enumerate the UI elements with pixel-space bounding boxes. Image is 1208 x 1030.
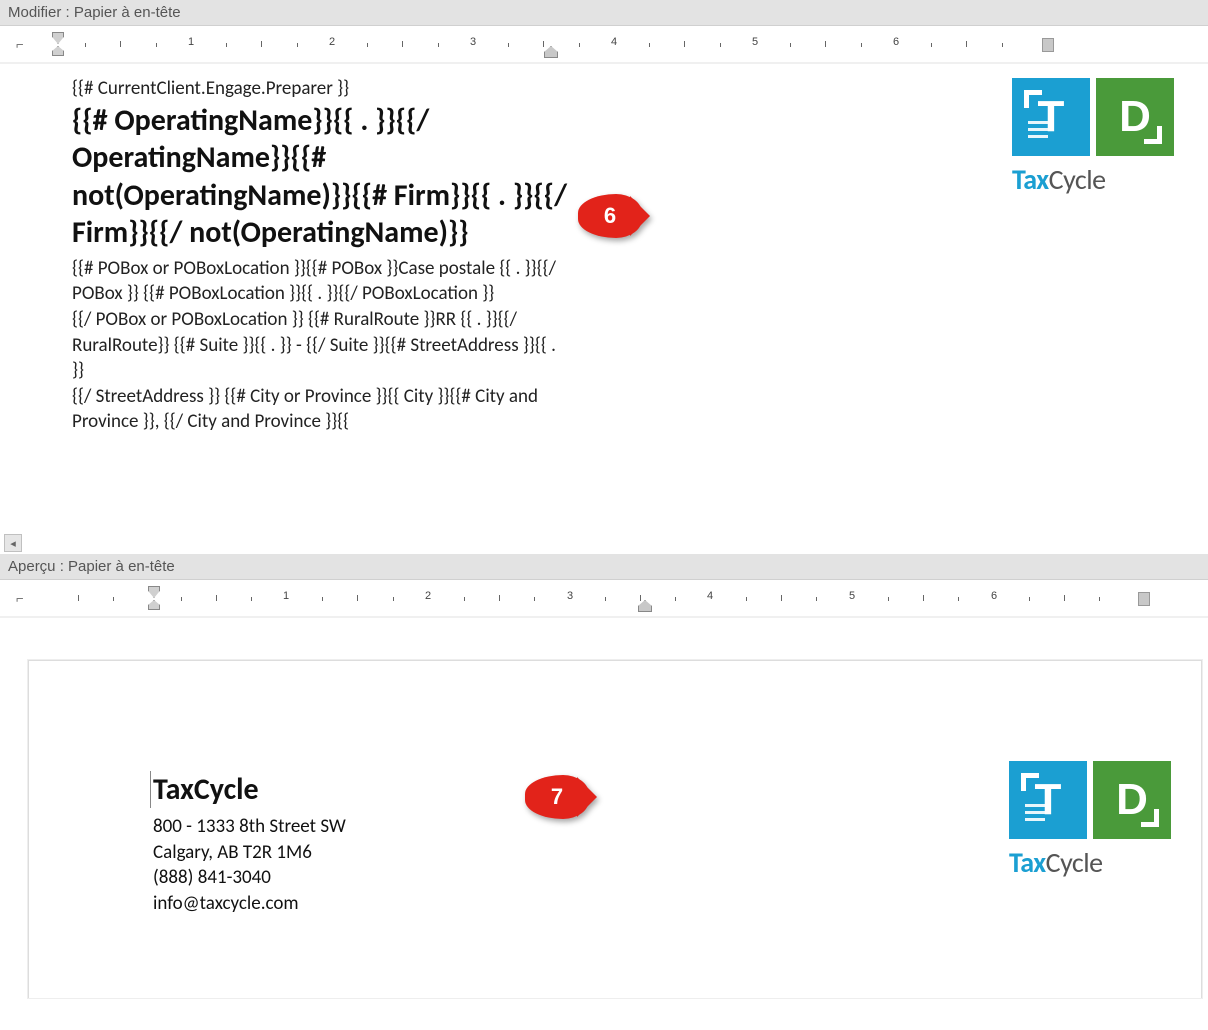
preview-email: info@taxcycle.com xyxy=(153,891,346,917)
hanging-indent-marker[interactable] xyxy=(148,600,160,610)
template-editor-area[interactable]: {{# CurrentClient.Engage.Preparer }} {{#… xyxy=(0,64,1208,554)
ruler-number: 1 xyxy=(188,36,194,48)
template-body-code[interactable]: {{/ StreetAddress }} {{# City or Provinc… xyxy=(72,384,572,435)
tab-stop-marker[interactable] xyxy=(638,600,652,612)
template-body-code[interactable]: {{# POBox or POBoxLocation }}{{# POBox }… xyxy=(72,256,572,307)
preview-page: TaxCycle 800 - 1333 8th Street SW Calgar… xyxy=(28,660,1202,998)
ruler-left-bracket: ⌐ xyxy=(16,37,24,52)
logo-image: T D TaxCycle xyxy=(1009,761,1171,880)
annotation-callout-6: 6 xyxy=(578,194,642,238)
right-margin-marker[interactable] xyxy=(1138,592,1150,606)
ruler-number: 6 xyxy=(893,36,899,48)
ruler-number: 5 xyxy=(752,36,758,48)
logo-tile-t-icon: T xyxy=(1012,78,1090,156)
editor-ruler[interactable]: ⌐ 1 2 3 4 5 6 xyxy=(0,26,1208,64)
template-heading-code[interactable]: {{# OperatingName}}{{ . }}{{/ OperatingN… xyxy=(72,102,592,252)
ruler-number: 2 xyxy=(329,36,335,48)
logo-tile-d-icon: D xyxy=(1096,78,1174,156)
ruler-left-bracket: ⌐ xyxy=(16,591,24,606)
logo-brand-text: TaxCycle xyxy=(1012,162,1174,197)
logo-tile-t-icon: T xyxy=(1009,761,1087,839)
preview-panel-title: Aperçu : Papier à en-tête xyxy=(0,554,1208,580)
right-margin-marker[interactable] xyxy=(1042,38,1054,52)
logo-image: T D TaxCycle xyxy=(1012,78,1174,197)
ruler-number: 6 xyxy=(991,590,997,602)
annotation-callout-7: 7 xyxy=(525,775,589,819)
chevron-left-icon: ◂ xyxy=(10,537,16,550)
preview-area: TaxCycle 800 - 1333 8th Street SW Calgar… xyxy=(0,618,1208,998)
tab-stop-marker[interactable] xyxy=(544,46,558,58)
preview-address: 800 - 1333 8th Street SW xyxy=(153,814,346,840)
ruler-number: 3 xyxy=(567,590,573,602)
ruler-number: 4 xyxy=(611,36,617,48)
preview-company-name: TaxCycle xyxy=(150,771,346,808)
logo-brand-text: TaxCycle xyxy=(1009,845,1171,880)
preview-city: Calgary, AB T2R 1M6 xyxy=(153,840,346,866)
ruler-number: 1 xyxy=(283,590,289,602)
ruler-number: 5 xyxy=(849,590,855,602)
first-line-indent-marker[interactable] xyxy=(148,586,160,598)
letterhead-preview-text: TaxCycle 800 - 1333 8th Street SW Calgar… xyxy=(153,771,346,917)
logo-tile-d-icon: D xyxy=(1093,761,1171,839)
hanging-indent-marker[interactable] xyxy=(52,46,64,56)
editor-panel-title: Modifier : Papier à en-tête xyxy=(0,0,1208,26)
preview-phone: (888) 841-3040 xyxy=(153,865,346,891)
scroll-left-button[interactable]: ◂ xyxy=(4,534,22,552)
template-body-code[interactable]: {{/ POBox or POBoxLocation }} {{# RuralR… xyxy=(72,307,572,384)
first-line-indent-marker[interactable] xyxy=(52,32,64,44)
ruler-number: 2 xyxy=(425,590,431,602)
preview-ruler[interactable]: ⌐ 1 2 3 4 5 6 xyxy=(0,580,1208,618)
ruler-number: 4 xyxy=(707,590,713,602)
ruler-number: 3 xyxy=(470,36,476,48)
